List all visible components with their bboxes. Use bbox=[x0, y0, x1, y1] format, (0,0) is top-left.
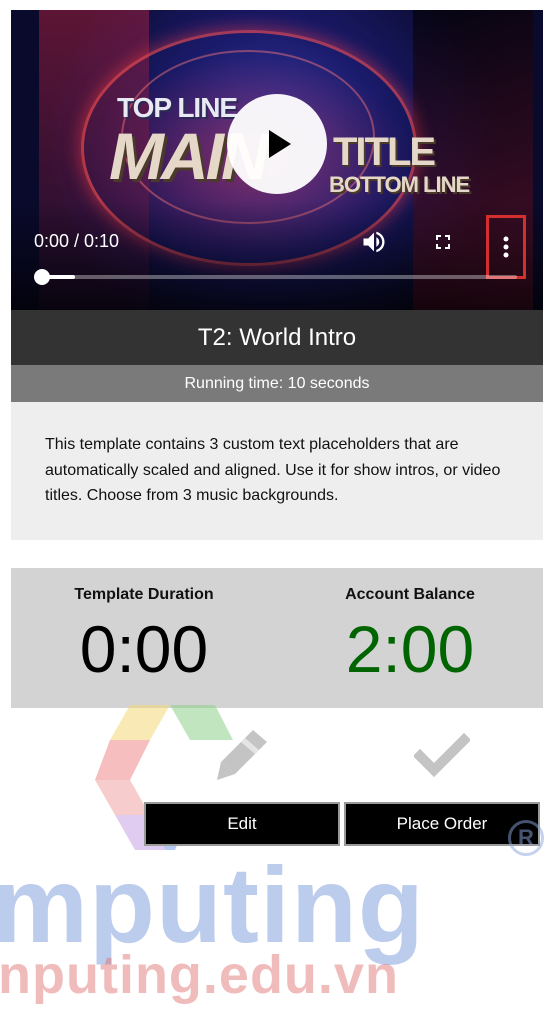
fullscreen-button[interactable] bbox=[429, 228, 457, 256]
template-title: T2: World Intro bbox=[11, 310, 543, 365]
more-options-button[interactable] bbox=[486, 215, 526, 279]
fullscreen-icon bbox=[436, 235, 450, 249]
check-icon bbox=[414, 732, 470, 778]
watermark-registered-mark: R bbox=[508, 820, 544, 856]
watermark-url: nputing.edu.vn bbox=[0, 945, 399, 1005]
template-duration-stat: Template Duration 0:00 bbox=[11, 586, 277, 682]
edit-action[interactable] bbox=[214, 728, 272, 782]
account-balance-label: Account Balance bbox=[345, 586, 475, 603]
account-balance-value: 2:00 bbox=[345, 612, 475, 686]
controls-scrim bbox=[11, 200, 543, 310]
volume-button[interactable] bbox=[359, 228, 389, 256]
video-art-title: TITLE bbox=[333, 130, 436, 174]
running-time: Running time: 10 seconds bbox=[11, 365, 543, 402]
video-art-bottom-line: BOTTOM LINE bbox=[329, 172, 470, 197]
play-icon bbox=[269, 130, 291, 158]
progress-scrubber[interactable] bbox=[34, 269, 50, 285]
edit-button[interactable]: Edit bbox=[144, 802, 340, 846]
progress-track[interactable] bbox=[37, 275, 517, 279]
play-button[interactable] bbox=[227, 94, 327, 194]
template-description: This template contains 3 custom text pla… bbox=[11, 402, 543, 540]
account-balance-stat: Account Balance 2:00 bbox=[277, 586, 543, 682]
order-action[interactable] bbox=[412, 730, 472, 780]
volume-icon bbox=[363, 231, 385, 253]
template-duration-label: Template Duration bbox=[74, 586, 214, 603]
pencil-icon bbox=[217, 730, 267, 780]
time-display: 0:00 / 0:10 bbox=[34, 231, 120, 251]
video-player[interactable]: TOP LINE MAIN TITLE BOTTOM LINE 0:00 / 0… bbox=[11, 10, 543, 310]
template-duration-value: 0:00 bbox=[79, 612, 209, 686]
more-vert-icon bbox=[503, 236, 509, 258]
stats-panel: Template Duration 0:00 Account Balance 2… bbox=[11, 568, 543, 708]
